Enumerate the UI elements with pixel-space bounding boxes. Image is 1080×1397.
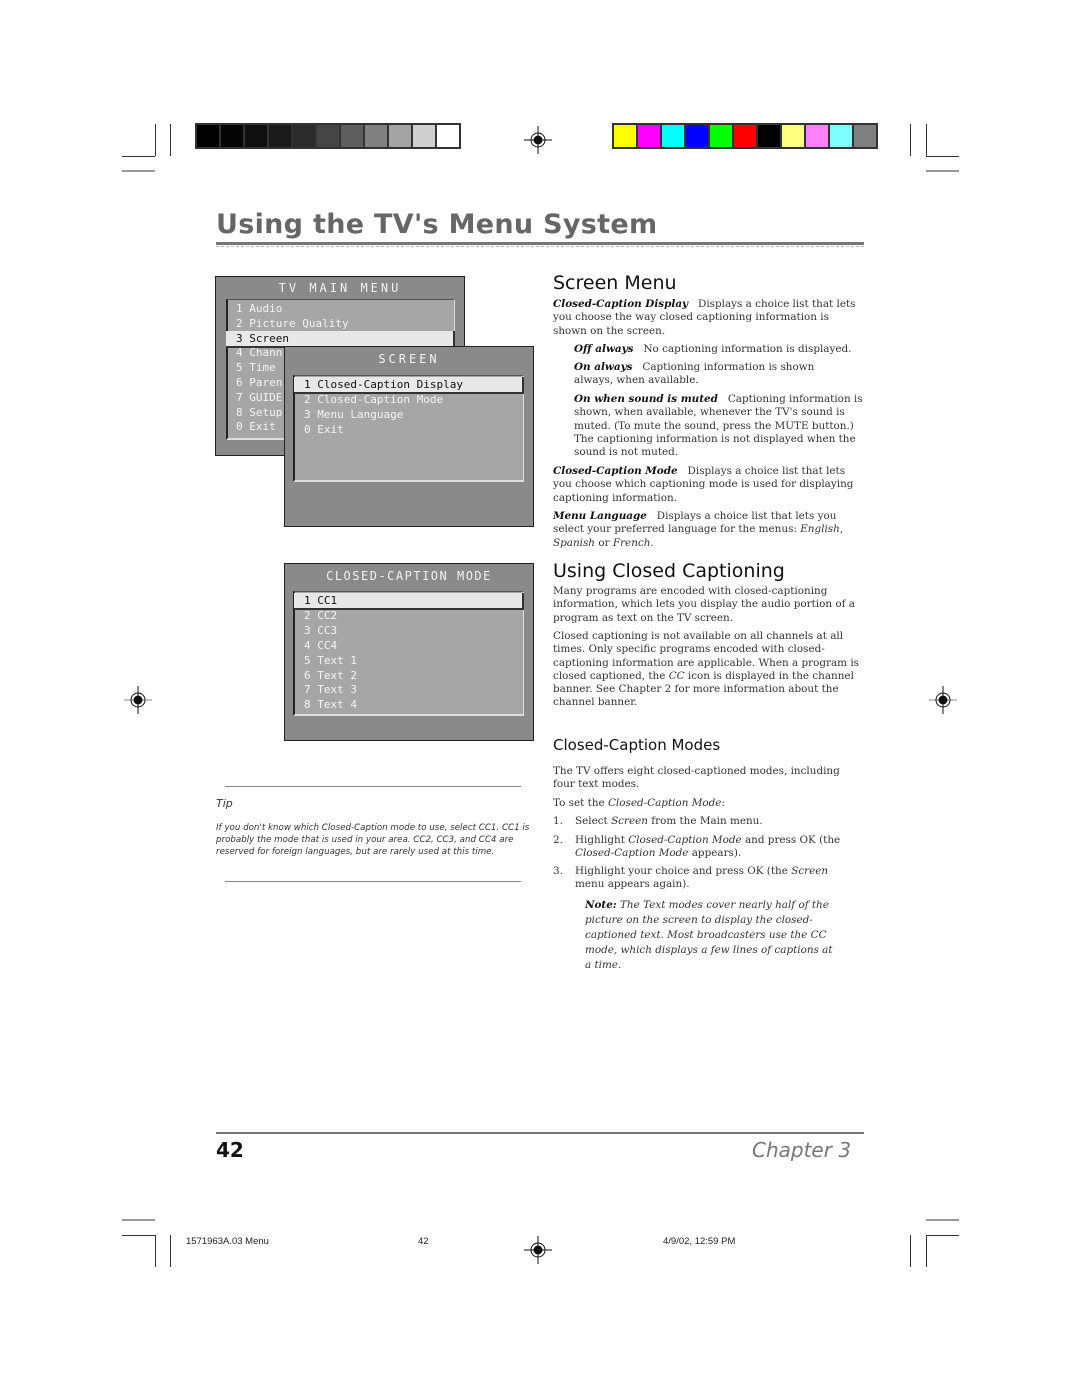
option-on-always: On always Captioning information is show… — [574, 361, 815, 387]
cc-mode-menu-title: CLOSED-CAPTION MODE — [326, 569, 492, 583]
menu-item[interactable]: 4 CC4 — [294, 638, 522, 653]
grayscale-swatch — [437, 125, 459, 147]
process-color-swatch — [734, 125, 756, 147]
crop-mark — [910, 1235, 911, 1267]
registration-mark-icon — [124, 686, 152, 714]
menu-item[interactable]: 3 CC3 — [294, 623, 522, 638]
crop-mark — [926, 1219, 959, 1221]
title-rule-dashed — [216, 246, 864, 248]
option-off-always: Off always No captioning information is … — [574, 343, 852, 355]
cc-modes-heading: Closed-Caption Modes — [553, 736, 721, 754]
step-3: 3. Highlight your choice and press OK (th… — [553, 865, 829, 891]
menu-item[interactable]: 2 CC2 — [294, 608, 522, 623]
crop-mark — [926, 156, 959, 157]
crop-mark — [910, 124, 911, 156]
menu-item[interactable]: 8 Setup — [226, 405, 286, 420]
grayscale-swatch — [389, 125, 411, 147]
cc-display-desc: Closed-Caption Display Displays a choice… — [553, 298, 856, 337]
crop-mark — [170, 1235, 171, 1267]
crop-mark — [926, 1235, 927, 1267]
page-title: Using the TV's Menu System — [216, 209, 658, 240]
step-2: 2. Highlight Closed-Caption Mode and pres… — [553, 834, 841, 860]
grayscale-swatch — [245, 125, 267, 147]
cc-display-term: Closed-Caption Display — [553, 298, 689, 310]
cc-mode-menu: CLOSED-CAPTION MODE 1 CC1 2 CC2 3 CC3 4 CC4… — [284, 563, 534, 741]
menu-language-desc: Menu Language Displays a choice list tha… — [553, 510, 844, 549]
menu-item[interactable]: 2 Picture Quality — [226, 316, 453, 331]
process-color-bar — [612, 123, 878, 149]
crop-mark — [122, 170, 155, 172]
tv-main-menu-title: TV MAIN MENU — [278, 281, 402, 295]
screen-menu-heading: Screen Menu — [553, 272, 677, 294]
process-color-swatch — [758, 125, 780, 147]
cc-mode-desc: Closed-Caption Mode Displays a choice li… — [553, 465, 854, 504]
menu-item[interactable]: 1 Audio — [226, 301, 453, 316]
crop-mark — [170, 124, 171, 156]
using-cc-para2: Closed captioning is not available on al… — [553, 630, 859, 709]
menu-item[interactable]: 6 Paren — [226, 375, 286, 390]
slug-page: 42 — [418, 1236, 429, 1247]
process-color-swatch — [638, 125, 660, 147]
tip-rule-bottom — [225, 881, 521, 882]
process-color-swatch — [710, 125, 732, 147]
menu-item[interactable]: 8 Text 4 — [294, 697, 522, 712]
menu-item[interactable]: 5 Time — [226, 360, 286, 375]
process-color-swatch — [614, 125, 636, 147]
grayscale-swatch — [197, 125, 219, 147]
screen-menu-title: SCREEN — [378, 352, 440, 366]
cc-modes-to-set: To set the Closed-Caption Mode: — [553, 797, 725, 809]
menu-item[interactable]: 6 Text 2 — [294, 668, 522, 683]
note: Note: The Text modes cover nearly half o… — [585, 899, 833, 971]
menu-item[interactable]: 3 Menu Language — [294, 407, 522, 422]
grayscale-swatch — [365, 125, 387, 147]
title-rule — [216, 242, 864, 245]
grayscale-color-bar — [195, 123, 461, 149]
footer-rule — [216, 1132, 864, 1134]
crop-mark — [122, 1235, 155, 1236]
step-1: 1. Select Screen from the Main menu. — [553, 815, 763, 827]
menu-item[interactable]: 7 Text 3 — [294, 682, 522, 697]
menu-item[interactable]: 5 Text 1 — [294, 653, 522, 668]
tip-label: Tip — [216, 797, 233, 810]
menu-item[interactable]: 4 Chann — [226, 345, 286, 360]
menu-item[interactable]: 7 GUIDE — [226, 390, 286, 405]
using-cc-para1: Many programs are encoded with closed-ca… — [553, 585, 855, 624]
using-cc-heading: Using Closed Captioning — [553, 560, 785, 582]
grayscale-swatch — [293, 125, 315, 147]
slug-filename: 1571963A.03 Menu — [186, 1236, 269, 1247]
menu-item[interactable]: 0 Exit — [226, 419, 286, 434]
process-color-swatch — [662, 125, 684, 147]
registration-mark-icon — [524, 1236, 552, 1264]
crop-mark — [926, 1235, 959, 1236]
slug-date: 4/9/02, 12:59 PM — [663, 1236, 736, 1247]
crop-mark — [122, 1219, 155, 1221]
process-color-swatch — [806, 125, 828, 147]
crop-mark — [155, 1235, 156, 1267]
registration-mark-icon — [524, 126, 552, 154]
crop-mark — [122, 156, 155, 157]
option-on-when-muted: On when sound is muted Captioning inform… — [574, 393, 863, 459]
grayscale-swatch — [221, 125, 243, 147]
grayscale-swatch — [341, 125, 363, 147]
cc-modes-intro: The TV offers eight closed-captioned mod… — [553, 765, 840, 791]
screen-menu: SCREEN 1 Closed-Caption Display 2 Closed-… — [284, 346, 534, 527]
grayscale-swatch — [413, 125, 435, 147]
process-color-swatch — [686, 125, 708, 147]
registration-mark-icon — [929, 686, 957, 714]
tip-text: If you don't know which Closed-Caption m… — [216, 823, 530, 858]
menu-item[interactable]: 0 Exit — [294, 422, 522, 437]
menu-item[interactable]: 2 Closed-Caption Mode — [294, 392, 522, 407]
process-color-swatch — [830, 125, 852, 147]
crop-mark — [926, 170, 959, 172]
crop-mark — [926, 124, 927, 156]
process-color-swatch — [854, 125, 876, 147]
tip-rule-top — [225, 786, 521, 787]
grayscale-swatch — [317, 125, 339, 147]
chapter-label: Chapter 3 — [752, 1138, 852, 1162]
crop-mark — [155, 124, 156, 156]
process-color-swatch — [782, 125, 804, 147]
grayscale-swatch — [269, 125, 291, 147]
page-number: 42 — [216, 1138, 244, 1162]
